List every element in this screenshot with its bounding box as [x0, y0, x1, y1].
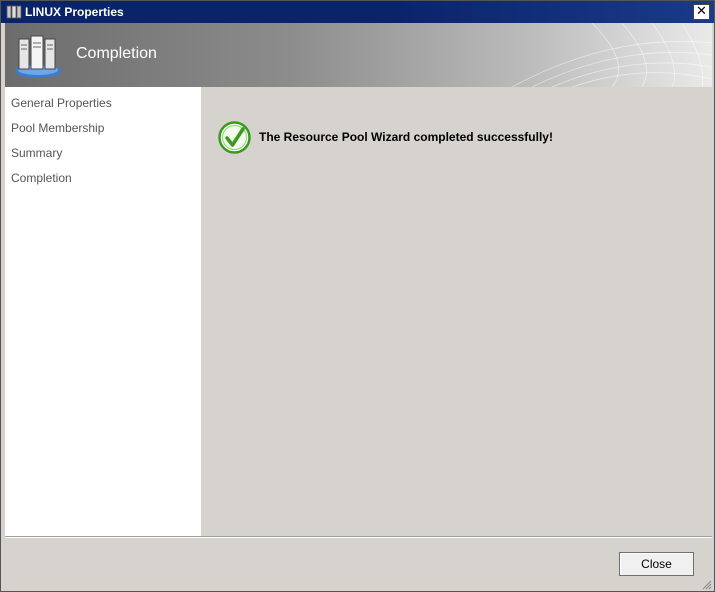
nav-item-completion[interactable]: Completion: [11, 171, 72, 185]
resize-grip-icon[interactable]: [700, 578, 712, 590]
wizard-step-list: General Properties Pool Membership Summa…: [5, 87, 201, 537]
success-check-icon: [218, 121, 251, 154]
close-icon: ✕: [696, 4, 707, 19]
nav-item-general-properties[interactable]: General Properties: [11, 96, 112, 110]
window-close-button[interactable]: ✕: [693, 4, 710, 20]
nav-item-summary[interactable]: Summary: [11, 146, 62, 160]
window-title: LINUX Properties: [25, 5, 124, 19]
properties-window: LINUX Properties ✕ Completion General Pr…: [0, 0, 715, 592]
banner-mesh-graphic: [511, 23, 712, 87]
wizard-banner: Completion: [5, 23, 712, 87]
nav-item-pool-membership[interactable]: Pool Membership: [11, 121, 104, 135]
wizard-step-title: Completion: [76, 45, 157, 62]
server-stack-icon: [15, 35, 61, 78]
wizard-content-pane: The Resource Pool Wizard completed succe…: [201, 87, 712, 537]
close-button[interactable]: Close: [619, 552, 694, 576]
title-bar[interactable]: LINUX Properties ✕: [1, 1, 714, 23]
app-icon: [6, 5, 22, 19]
footer-divider: [5, 536, 712, 538]
completion-message: The Resource Pool Wizard completed succe…: [259, 130, 553, 144]
